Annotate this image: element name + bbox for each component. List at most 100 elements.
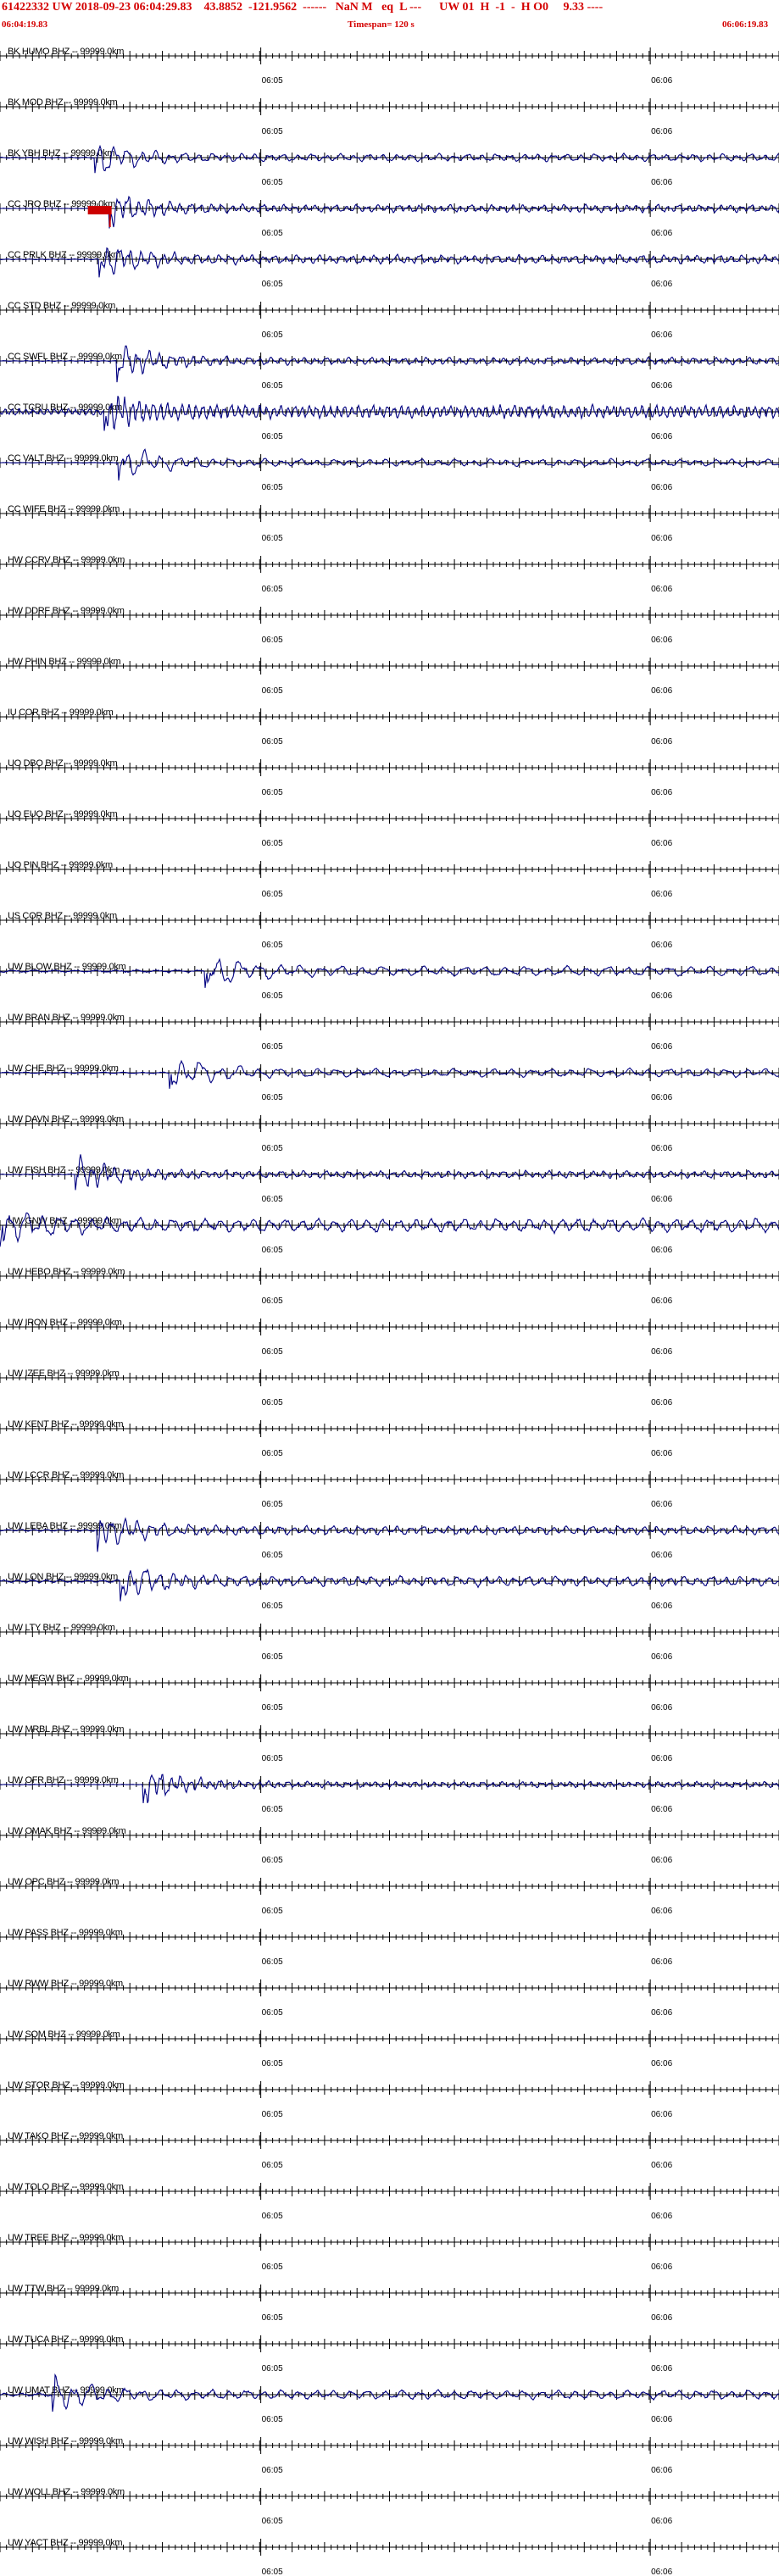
minute-tick-label: 06:06 — [651, 2110, 672, 2119]
minute-tick-label: 06:06 — [651, 1144, 672, 1153]
trace-label: UO DBO BHZ -- 99999.0km — [8, 758, 118, 769]
minute-tick-label: 06:06 — [651, 941, 672, 950]
seismogram-plot: BK HUMO BHZ -- 99999.0km 06:05 06:06 BK MOD… — [0, 47, 779, 2576]
trace-label: UW SQM BHZ -- 99999.0km — [8, 2029, 120, 2040]
minute-tick-label: 06:05 — [262, 1754, 283, 1763]
trace-label: CC WIFE BHZ -- 99999.0km — [8, 504, 120, 514]
minute-tick-label: 06:05 — [262, 1703, 283, 1713]
minute-tick-label: 06:05 — [262, 1957, 283, 1967]
minute-tick-label: 06:06 — [651, 2466, 672, 2475]
trace-label: UW OPC BHZ -- 99999.0km — [8, 1877, 119, 1887]
minute-tick-label: 06:05 — [262, 127, 283, 136]
minute-tick-label: 06:06 — [651, 127, 672, 136]
trace-label: HW DDRF BHZ -- 99999.0km — [8, 606, 125, 616]
trace-ticks — [0, 712, 779, 722]
minute-tick-label: 06:06 — [651, 2364, 672, 2373]
trace-label: UW IZEE BHZ -- 99999.0km — [8, 1368, 120, 1379]
minute-tick-label: 06:06 — [651, 1805, 672, 1814]
trace-label: UW MRBL BHZ -- 99999.0km — [8, 1724, 124, 1735]
trace-label: UW HEBO BHZ -- 99999.0km — [8, 1267, 125, 1277]
minute-tick-label: 06:06 — [651, 229, 672, 238]
minute-tick-label: 06:05 — [262, 2466, 283, 2475]
minute-tick-label: 06:05 — [262, 2161, 283, 2170]
minute-tick-label: 06:06 — [651, 1246, 672, 1255]
trace-label: UW TOLO BHZ -- 99999.0km — [8, 2182, 124, 2192]
minute-tick-label: 06:05 — [262, 76, 283, 86]
minute-tick-label: 06:05 — [262, 788, 283, 797]
minute-tick-label: 06:06 — [651, 737, 672, 747]
minute-tick-label: 06:05 — [262, 330, 283, 340]
minute-tick-label: 06:05 — [262, 2517, 283, 2526]
minute-tick-label: 06:06 — [651, 1907, 672, 1916]
trace-label: UW OMAK BHZ -- 99999.0km — [8, 1826, 126, 1836]
minute-tick-label: 06:05 — [262, 1500, 283, 1509]
minute-tick-label: 06:05 — [262, 2262, 283, 2272]
minute-tick-label: 06:06 — [651, 2313, 672, 2323]
minute-tick-label: 06:05 — [262, 2415, 283, 2424]
minute-tick-label: 06:05 — [262, 1195, 283, 1204]
minute-tick-label: 06:06 — [651, 1602, 672, 1611]
trace-ticks — [0, 864, 779, 874]
minute-tick-label: 06:06 — [651, 2262, 672, 2272]
minute-tick-label: 06:06 — [651, 1449, 672, 1458]
minute-tick-label: 06:06 — [651, 636, 672, 645]
minute-tick-label: 06:05 — [262, 636, 283, 645]
minute-tick-label: 06:05 — [262, 280, 283, 289]
minute-tick-label: 06:06 — [651, 1551, 672, 1560]
minute-tick-label: 06:05 — [262, 585, 283, 594]
trace-label: UW OFR BHZ -- 99999.0km — [8, 1775, 119, 1785]
trace-label: UW BRAN BHZ -- 99999.0km — [8, 1013, 125, 1023]
minute-tick-label: 06:06 — [651, 788, 672, 797]
trace-label: HW CCRV BHZ -- 99999.0km — [8, 555, 125, 565]
minute-tick-label: 06:06 — [651, 1652, 672, 1662]
minute-tick-label: 06:06 — [651, 890, 672, 899]
minute-tick-label: 06:05 — [262, 1246, 283, 1255]
minute-tick-label: 06:06 — [651, 1500, 672, 1509]
minute-tick-label: 06:05 — [262, 1449, 283, 1458]
waveform — [0, 396, 779, 431]
trace-label: UW KENT BHZ -- 99999.0km — [8, 1419, 123, 1430]
minute-tick-label: 06:06 — [651, 1093, 672, 1102]
trace-label: UO EUO BHZ -- 99999.0km — [8, 809, 118, 819]
minute-tick-label: 06:05 — [262, 1042, 283, 1052]
trace-label: BK MOD BHZ -- 99999.0km — [8, 97, 118, 108]
trace-label: UW TREE BHZ -- 99999.0km — [8, 2233, 123, 2243]
pick-marker — [87, 206, 112, 214]
minute-tick-label: 06:06 — [651, 2008, 672, 2018]
trace-label: UW LCCR BHZ -- 99999.0km — [8, 1470, 124, 1480]
minute-tick-label: 06:06 — [651, 1195, 672, 1204]
trace-label: UW LTY BHZ -- 99999.0km — [8, 1623, 115, 1633]
minute-tick-label: 06:05 — [262, 483, 283, 492]
trace-label: UW TUCA BHZ -- 99999.0km — [8, 2334, 123, 2345]
minute-tick-label: 06:06 — [651, 432, 672, 441]
minute-tick-label: 06:06 — [651, 1042, 672, 1052]
minute-tick-label: 06:06 — [651, 2059, 672, 2068]
trace-label: UW DAVN BHZ -- 99999.0km — [8, 1114, 124, 1124]
trace-ticks — [0, 915, 779, 925]
minute-tick-label: 06:05 — [262, 941, 283, 950]
minute-tick-label: 06:05 — [262, 2008, 283, 2018]
trace-label: CC VALT BHZ -- 99999.0km — [8, 453, 118, 464]
minute-tick-label: 06:06 — [651, 483, 672, 492]
minute-tick-label: 06:05 — [262, 534, 283, 543]
minute-tick-label: 06:06 — [651, 2415, 672, 2424]
minute-tick-label: 06:06 — [651, 2568, 672, 2576]
minute-tick-label: 06:05 — [262, 1398, 283, 1407]
minute-tick-label: 06:06 — [651, 2212, 672, 2221]
minute-tick-label: 06:05 — [262, 2059, 283, 2068]
minute-tick-label: 06:06 — [651, 1703, 672, 1713]
minute-tick-label: 06:05 — [262, 1602, 283, 1611]
minute-tick-label: 06:06 — [651, 534, 672, 543]
trace-label: UW WOLL BHZ -- 99999.0km — [8, 2487, 125, 2497]
minute-tick-label: 06:05 — [262, 2110, 283, 2119]
trace-label: CC STD BHZ -- 99999.0km — [8, 301, 115, 311]
trace-ticks — [0, 305, 779, 315]
trace-ticks — [0, 1627, 779, 1637]
minute-tick-label: 06:06 — [651, 1856, 672, 1865]
minute-tick-label: 06:05 — [262, 178, 283, 187]
trace-label: US COR BHZ -- 99999.0km — [8, 911, 117, 921]
minute-tick-label: 06:06 — [651, 2517, 672, 2526]
minute-tick-label: 06:05 — [262, 1652, 283, 1662]
minute-tick-label: 06:05 — [262, 2364, 283, 2373]
minute-tick-label: 06:05 — [262, 1144, 283, 1153]
